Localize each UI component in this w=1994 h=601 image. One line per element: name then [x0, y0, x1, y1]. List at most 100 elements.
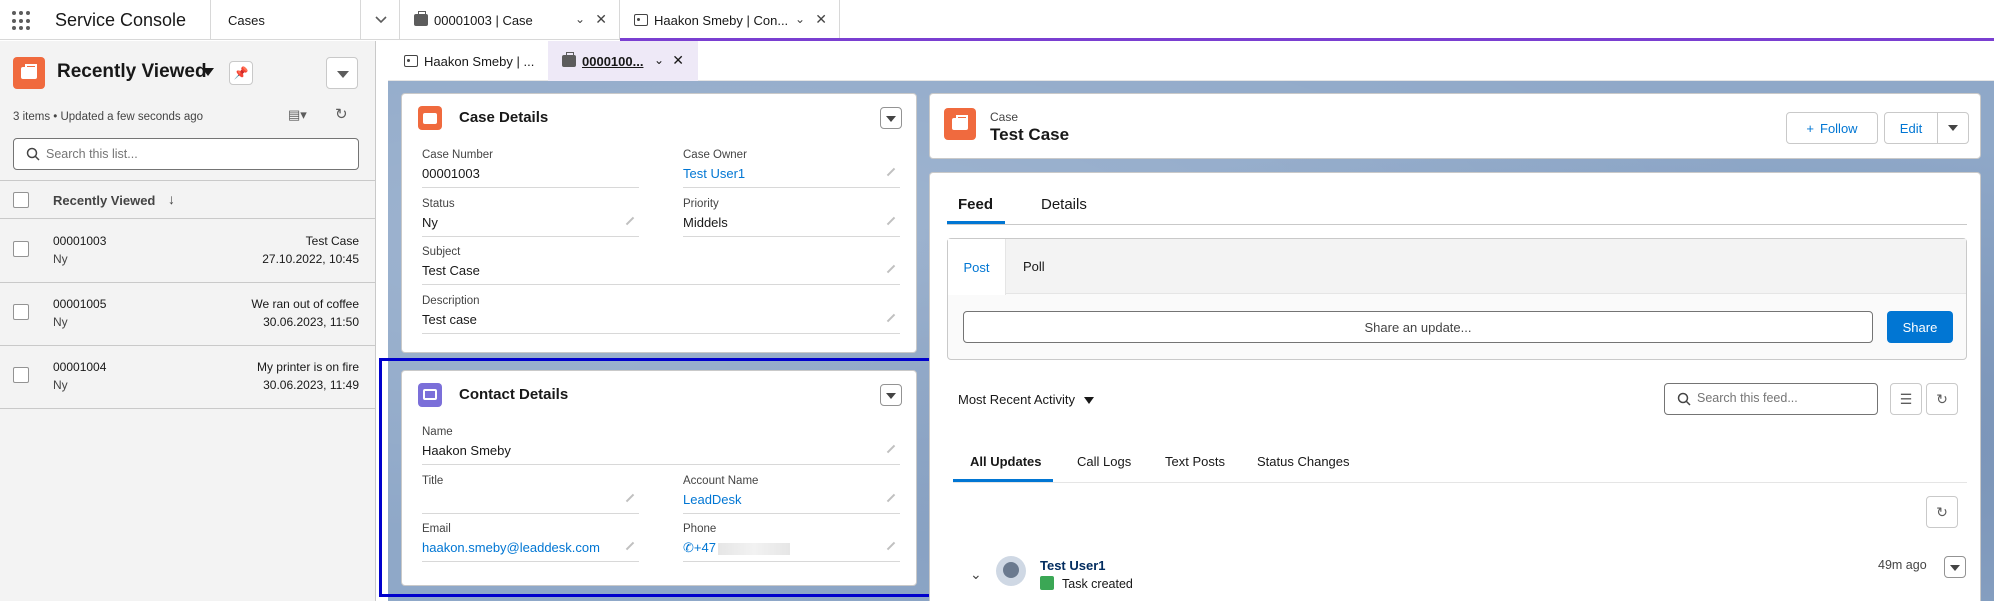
- list-view-menu-button[interactable]: [326, 57, 358, 89]
- tab-divider: [947, 224, 1967, 225]
- tab-details[interactable]: Details: [1041, 196, 1087, 213]
- row-checkbox[interactable]: [13, 241, 29, 257]
- edit-pencil-icon[interactable]: [625, 216, 635, 226]
- tab-all-updates[interactable]: All Updates: [970, 454, 1042, 469]
- field-label: Description: [422, 295, 480, 307]
- case-subject: Test Case: [305, 234, 359, 248]
- chevron-down-icon[interactable]: ⌄: [575, 12, 585, 26]
- edit-button[interactable]: Edit: [1884, 112, 1938, 144]
- subtab-case[interactable]: 0000100... ⌄ ✕: [548, 41, 698, 81]
- case-icon: [414, 11, 428, 26]
- post-author[interactable]: Test User1: [1040, 558, 1106, 573]
- field-status: Status Ny: [422, 198, 639, 237]
- row-checkbox[interactable]: [13, 304, 29, 320]
- tab-feed[interactable]: Feed: [958, 196, 993, 213]
- column-header[interactable]: Recently Viewed: [53, 193, 155, 208]
- list-search-input[interactable]: [46, 145, 346, 163]
- case-number[interactable]: 00001005: [53, 297, 106, 311]
- tab-text-posts[interactable]: Text Posts: [1165, 454, 1225, 469]
- case-number[interactable]: 00001004: [53, 360, 106, 374]
- chevron-down-icon[interactable]: ⌄: [795, 12, 805, 26]
- edit-pencil-icon[interactable]: [886, 167, 896, 177]
- filter-icon[interactable]: ☰: [1890, 383, 1922, 415]
- feed-search-input[interactable]: [1697, 391, 1867, 405]
- field-priority: Priority Middels: [683, 198, 900, 237]
- workspace-tab-label: Haakon Smeby | Con...: [654, 12, 789, 28]
- sort-dropdown[interactable]: Most Recent Activity: [958, 392, 1075, 407]
- workspace-tab-contact[interactable]: Haakon Smeby | Con... ⌄ ✕: [620, 0, 840, 40]
- post-text: Task created: [1062, 577, 1133, 591]
- post-menu-button[interactable]: [1944, 556, 1966, 578]
- close-icon[interactable]: ✕: [672, 52, 684, 69]
- record-type: Case: [990, 110, 1019, 124]
- follow-label: Follow: [1820, 120, 1858, 136]
- case-owner-link[interactable]: Test User1: [683, 166, 745, 181]
- record-name: Test Case: [990, 125, 1070, 144]
- tab-poll[interactable]: Poll: [1023, 259, 1045, 274]
- card-menu-button[interactable]: [880, 107, 902, 129]
- select-all-checkbox[interactable]: [13, 192, 29, 208]
- list-search-field[interactable]: [13, 138, 359, 170]
- global-nav: Service Console Cases 00001003 | Case ⌄ …: [0, 0, 1994, 41]
- tab-call-logs[interactable]: Call Logs: [1077, 454, 1131, 469]
- avatar[interactable]: [996, 556, 1026, 586]
- list-view-meta: 3 items • Updated a few seconds ago: [13, 111, 204, 123]
- contact-icon: [404, 55, 418, 67]
- share-update-input[interactable]: Share an update...: [963, 311, 1873, 343]
- edit-pencil-icon[interactable]: [886, 264, 896, 274]
- tab-status-changes[interactable]: Status Changes: [1257, 454, 1350, 469]
- case-date: 30.06.2023, 11:49: [263, 378, 359, 392]
- refresh-icon[interactable]: ↻: [1926, 383, 1958, 415]
- list-item[interactable]: 00001005 Ny We ran out of coffee 30.06.2…: [0, 283, 376, 346]
- case-status: Ny: [53, 252, 68, 266]
- sort-arrow-icon[interactable]: ↓: [168, 191, 175, 207]
- list-item[interactable]: 00001003 Ny Test Case 27.10.2022, 10:45: [0, 220, 376, 283]
- follow-button[interactable]: + Follow: [1786, 112, 1878, 144]
- case-details-card: Case Details Case Number 00001003 Case O…: [401, 93, 917, 353]
- chevron-down-icon[interactable]: ⌄: [654, 53, 664, 67]
- app-launcher-icon[interactable]: [12, 11, 32, 31]
- field-case-owner: Case Owner Test User1: [683, 149, 900, 188]
- list-view-title[interactable]: Recently Viewed: [57, 61, 207, 83]
- active-tab-indicator: [953, 479, 1053, 482]
- field-label: Status: [422, 198, 455, 210]
- close-icon[interactable]: ✕: [595, 11, 607, 28]
- display-as-icon[interactable]: ▤▾: [288, 107, 307, 123]
- pin-icon[interactable]: 📌: [229, 61, 253, 85]
- workspace-tab-case[interactable]: 00001003 | Case ⌄ ✕: [400, 0, 620, 40]
- field-value: Test case: [422, 312, 477, 327]
- more-actions-button[interactable]: [1937, 112, 1969, 144]
- field-value: Test Case: [422, 263, 480, 278]
- field-value: Middels: [683, 215, 728, 230]
- caret-down-icon[interactable]: [1084, 397, 1094, 404]
- close-icon[interactable]: ✕: [815, 11, 827, 28]
- active-tab-indicator: [947, 221, 1005, 224]
- chevron-down-icon[interactable]: [360, 0, 400, 40]
- case-status: Ny: [53, 315, 68, 329]
- subtab-contact[interactable]: Haakon Smeby | ...: [404, 41, 544, 81]
- highlight-box: [379, 358, 938, 597]
- publisher: Post Poll Share an update... Share: [947, 238, 1967, 360]
- post-timestamp[interactable]: 49m ago: [1878, 558, 1927, 572]
- list-item[interactable]: 00001004 Ny My printer is on fire 30.06.…: [0, 346, 376, 409]
- row-checkbox[interactable]: [13, 367, 29, 383]
- case-details-title: Case Details: [459, 109, 549, 126]
- feed-search-field[interactable]: [1664, 383, 1878, 415]
- field-label: Priority: [683, 198, 719, 210]
- case-icon: [13, 57, 45, 89]
- refresh-icon[interactable]: ↻: [335, 105, 348, 123]
- app-name: Service Console: [55, 10, 187, 30]
- tab-post[interactable]: Post: [948, 239, 1006, 295]
- subtab-label: 0000100...: [582, 53, 644, 69]
- field-label: Case Owner: [683, 149, 747, 161]
- case-number[interactable]: 00001003: [53, 234, 106, 248]
- case-subject: We ran out of coffee: [251, 297, 359, 311]
- field-value: Ny: [422, 215, 438, 230]
- edit-pencil-icon[interactable]: [886, 313, 896, 323]
- field-case-number: Case Number 00001003: [422, 149, 639, 188]
- refresh-icon[interactable]: ↻: [1926, 496, 1958, 528]
- share-button[interactable]: Share: [1887, 311, 1953, 343]
- caret-down-icon[interactable]: [202, 68, 214, 76]
- chevron-down-icon[interactable]: ⌄: [970, 566, 982, 583]
- edit-pencil-icon[interactable]: [886, 216, 896, 226]
